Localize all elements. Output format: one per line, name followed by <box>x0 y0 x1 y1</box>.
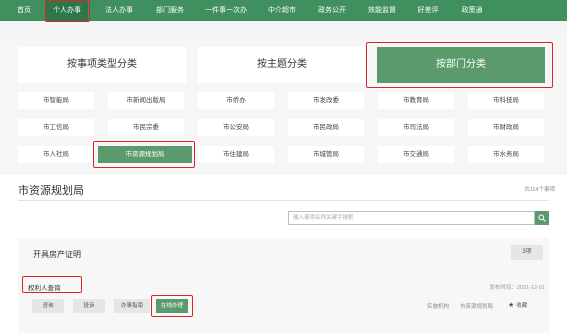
consult-button[interactable]: 咨询 <box>32 299 64 313</box>
nav-efficiency[interactable]: 效能监督 <box>361 0 403 21</box>
tab-by-theme[interactable]: 按主题分类 <box>198 47 366 83</box>
dept-item[interactable]: 市工信局 <box>18 119 94 136</box>
item-count-button[interactable]: 3项 <box>511 245 543 260</box>
service-item-title[interactable]: 权利人查询 <box>28 282 61 292</box>
favorite-button[interactable]: ★ 收藏 <box>508 301 527 309</box>
search-button[interactable] <box>535 211 549 225</box>
complaint-button[interactable]: 投诉 <box>73 299 105 313</box>
dept-item[interactable]: 市司法局 <box>378 119 454 136</box>
dept-item[interactable]: 市财政局 <box>468 119 544 136</box>
nav-personal[interactable]: 个人办事 <box>46 0 88 21</box>
search-input[interactable]: 输入事项名称关键字搜索 <box>288 211 535 225</box>
dept-item[interactable]: 市交通局 <box>378 146 454 163</box>
publish-date: 发布时间：2021-12-01 <box>489 285 545 291</box>
service-title: 开具房产证明 <box>33 250 81 259</box>
online-apply-button[interactable]: 在线办理 <box>156 299 188 313</box>
nav-gov-affairs[interactable]: 政务公开 <box>311 0 353 21</box>
nav-policy[interactable]: 政策通 <box>451 0 493 21</box>
dept-item[interactable]: 市公安局 <box>198 119 274 136</box>
nav-agency-market[interactable]: 中介超市 <box>261 0 303 21</box>
service-card <box>18 238 549 333</box>
nav-one-thing[interactable]: 一件事一次办 <box>198 0 254 21</box>
tab-by-type[interactable]: 按事项类型分类 <box>18 47 186 83</box>
agency-value: 市资源规划局 <box>460 304 494 310</box>
divider <box>18 200 549 201</box>
star-icon: ★ <box>508 302 515 309</box>
nav-legal-person[interactable]: 法人办事 <box>98 0 140 21</box>
dept-item[interactable]: 市民宗委 <box>108 119 184 136</box>
nav-home[interactable]: 首页 <box>9 0 39 21</box>
dept-item[interactable]: 市科技局 <box>468 92 544 109</box>
dept-item[interactable]: 市侨办 <box>198 92 274 109</box>
nav-rating[interactable]: 好差评 <box>411 0 445 21</box>
favorite-label: 收藏 <box>516 303 528 309</box>
dept-item[interactable]: 市发改委 <box>288 92 364 109</box>
dept-item[interactable]: 市教育局 <box>378 92 454 109</box>
dept-item[interactable]: 市民政局 <box>288 119 364 136</box>
guide-button[interactable]: 办事指南 <box>114 299 150 313</box>
nav-department-services[interactable]: 部门服务 <box>149 0 191 21</box>
item-count: 共114个事项 <box>524 187 555 193</box>
dept-item[interactable]: 市城管局 <box>288 146 364 163</box>
tab-by-department[interactable]: 按部门分类 <box>377 47 545 83</box>
dept-item[interactable]: 市智能局 <box>18 92 94 109</box>
top-navigation: 首页 个人办事 法人办事 部门服务 一件事一次办 中介超市 政务公开 效能监督 … <box>0 0 567 21</box>
dept-item[interactable]: 市水务局 <box>468 146 544 163</box>
search-icon <box>538 214 546 222</box>
agency-label: 实施机构 <box>427 304 450 310</box>
section-title: 市资源规划局 <box>18 185 84 197</box>
dept-item[interactable]: 市住建局 <box>198 146 274 163</box>
dept-item[interactable]: 市人社局 <box>18 146 94 163</box>
dept-item[interactable]: 市新闻出版局 <box>108 92 184 109</box>
dept-item-selected[interactable]: 市资源规划局 <box>98 146 192 163</box>
